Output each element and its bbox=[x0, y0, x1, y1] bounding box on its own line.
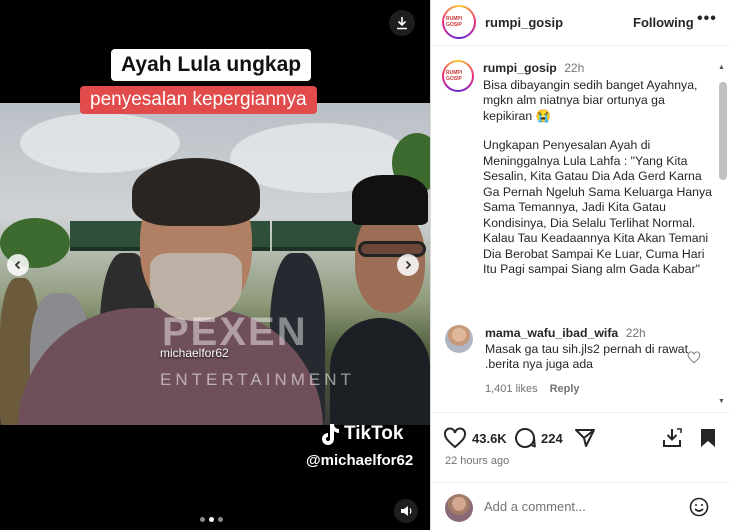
caption-time[interactable]: 22h bbox=[564, 61, 584, 75]
heart-outline-icon bbox=[687, 351, 701, 364]
save-download-button[interactable] bbox=[661, 427, 683, 449]
carousel-dot-active bbox=[209, 517, 214, 522]
comments-scrollbar[interactable]: ▲ ▼ bbox=[718, 64, 727, 409]
post-media[interactable]: Ayah Lula ungkap penyesalan kepergiannya… bbox=[0, 0, 430, 530]
caption-avatar-logo: RUMPI GOSIP bbox=[444, 62, 472, 90]
viewer-avatar bbox=[445, 494, 473, 522]
post-timestamp[interactable]: 22 hours ago bbox=[445, 455, 509, 467]
tiktok-username: @michaelfor62 bbox=[306, 452, 414, 469]
tiktok-logo: TikTok bbox=[318, 422, 403, 446]
likes-count[interactable]: 43.6K bbox=[472, 431, 507, 446]
comment-time[interactable]: 22h bbox=[626, 326, 646, 340]
comments-list[interactable]: RUMPI GOSIP rumpi_gosip 22h Bisa dibayan… bbox=[431, 47, 730, 407]
carousel-dot bbox=[200, 517, 205, 522]
comments-count[interactable]: 224 bbox=[541, 431, 563, 446]
sunglasses-shape bbox=[358, 241, 426, 257]
download-icon bbox=[397, 17, 407, 30]
add-comment-bar bbox=[431, 482, 730, 530]
chevron-right-icon bbox=[405, 260, 412, 270]
scroll-thumb[interactable] bbox=[719, 82, 727, 180]
previous-slide-button[interactable] bbox=[7, 254, 29, 276]
author-avatar-logo: RUMPI GOSIP bbox=[444, 7, 474, 37]
scroll-up-arrow-icon[interactable]: ▲ bbox=[718, 64, 725, 71]
author-username[interactable]: rumpi_gosip bbox=[485, 15, 563, 30]
comment-bubble-icon bbox=[515, 428, 536, 448]
comment-button[interactable]: 224 bbox=[514, 427, 563, 449]
speaker-icon bbox=[400, 506, 411, 516]
man-hair bbox=[132, 158, 260, 226]
comment-meta: 1,401 likes Reply bbox=[485, 383, 580, 395]
watermark-username: michaelfor62 bbox=[160, 346, 229, 360]
send-icon bbox=[575, 429, 595, 447]
more-options-icon[interactable]: ••• bbox=[697, 10, 717, 28]
comment-like-button[interactable] bbox=[687, 351, 701, 369]
avatar-logo-text: RUMPI GOSIP bbox=[446, 16, 463, 28]
smiley-icon bbox=[689, 497, 709, 517]
tiktok-label: TikTok bbox=[344, 423, 404, 444]
caption-paragraph-1: Bisa dibayangin sedih banget Ayahnya, mg… bbox=[483, 77, 698, 123]
avatar-logo-text: RUMPI GOSIP bbox=[446, 70, 463, 82]
second-man-cap bbox=[352, 175, 428, 225]
carousel-dot bbox=[218, 517, 223, 522]
post-sidebar: RUMPI GOSIP rumpi_gosip Following ••• RU… bbox=[430, 0, 730, 530]
comment-input[interactable] bbox=[484, 499, 674, 514]
bookmark-filled-icon bbox=[701, 429, 715, 447]
video-caption-subtitle: penyesalan kepergiannya bbox=[80, 86, 317, 114]
download-button[interactable] bbox=[389, 10, 415, 36]
following-button[interactable]: Following bbox=[633, 15, 694, 30]
comment-likes[interactable]: 1,401 likes bbox=[485, 383, 538, 395]
heart-icon bbox=[444, 427, 466, 449]
reply-button[interactable]: Reply bbox=[550, 383, 580, 395]
caption-username[interactable]: rumpi_gosip bbox=[483, 61, 557, 75]
post-header: RUMPI GOSIP rumpi_gosip Following ••• bbox=[431, 0, 730, 46]
comment-item: mama_wafu_ibad_wifa 22h Masak ga tau sih… bbox=[485, 326, 690, 373]
watermark-subtitle: ENTERTAINMENT bbox=[160, 370, 355, 389]
caption-paragraph-2: Ungkapan Penyesalan Ayah di Meninggalnya… bbox=[483, 138, 712, 276]
tiktok-icon bbox=[322, 424, 339, 445]
audio-toggle-button[interactable] bbox=[394, 499, 418, 523]
like-button[interactable]: 43.6K bbox=[443, 427, 507, 449]
video-caption-title: Ayah Lula ungkap bbox=[111, 49, 312, 81]
download-tray-icon bbox=[663, 428, 682, 447]
scroll-down-arrow-icon[interactable]: ▼ bbox=[718, 398, 725, 405]
share-button[interactable] bbox=[574, 427, 596, 449]
comment-username[interactable]: mama_wafu_ibad_wifa bbox=[485, 326, 618, 340]
next-slide-button[interactable] bbox=[397, 254, 419, 276]
bookmark-button[interactable] bbox=[698, 427, 718, 449]
emoji-button[interactable] bbox=[689, 497, 709, 522]
carousel-indicator bbox=[200, 517, 223, 522]
author-avatar[interactable]: RUMPI GOSIP bbox=[442, 5, 476, 39]
commenter-avatar[interactable] bbox=[445, 325, 473, 353]
post-caption: rumpi_gosip 22h Bisa dibayangin sedih ba… bbox=[483, 61, 713, 278]
cloud-shape bbox=[20, 113, 180, 173]
chevron-left-icon bbox=[14, 260, 21, 270]
comment-text: Masak ga tau sih.jls2 pernah di rawat .b… bbox=[485, 341, 689, 372]
caption-author-avatar[interactable]: RUMPI GOSIP bbox=[442, 60, 474, 92]
